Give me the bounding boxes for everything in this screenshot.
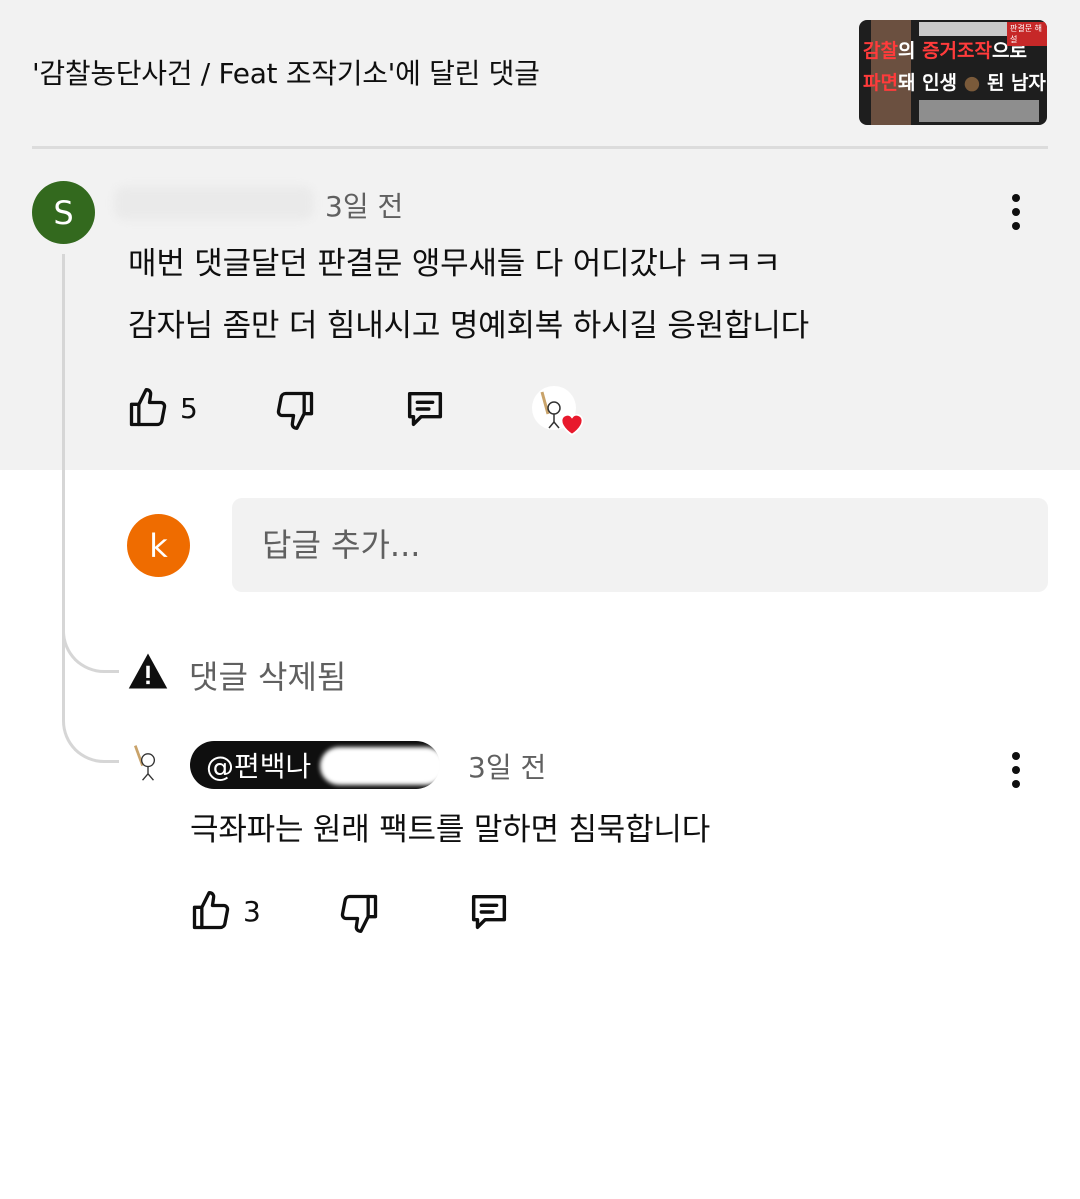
video-title[interactable]: '감찰농단사건 / Feat 조작기소'에 달린 댓글 — [32, 52, 540, 92]
warning-icon — [128, 653, 168, 689]
reply-button[interactable] — [466, 889, 512, 935]
thumbs-up-icon — [192, 891, 230, 930]
comment-icon — [407, 391, 443, 427]
heart-icon — [560, 413, 584, 436]
thumbnail-text: 돼 인생 — [897, 72, 964, 94]
commenter-avatar[interactable]: S — [32, 181, 95, 244]
avatar-letter: k — [149, 526, 168, 565]
redacted-username — [114, 186, 314, 220]
redacted-handle — [320, 747, 445, 785]
like-button[interactable]: 5 — [126, 386, 198, 430]
reply-text: 극좌파는 원래 팩트를 말하면 침묵합니다 — [190, 812, 711, 848]
comment-text-line: 매번 댓글달던 판결문 앵무새들 다 어디갔나 ㅋㅋㅋ — [128, 246, 781, 282]
avatar-letter: S — [53, 193, 74, 232]
thumbnail-text: 된 남자 — [980, 72, 1046, 94]
comment-text-line: 감자님 좀만 더 힘내시고 명예회복 하시길 응원합니다 — [128, 308, 809, 344]
more-vert-icon[interactable] — [1001, 190, 1031, 234]
like-count: 5 — [180, 391, 198, 425]
deleted-comment-label: 댓글 삭제됨 — [189, 658, 347, 696]
thumbs-down-icon — [340, 894, 378, 933]
comment-time: 3일 전 — [325, 190, 404, 223]
thread-line — [62, 254, 65, 619]
thumbnail-text: 감찰 — [863, 40, 898, 62]
dislike-button[interactable] — [337, 891, 381, 935]
reply-time: 3일 전 — [468, 751, 547, 784]
creator-handle: @편백나 — [206, 750, 312, 783]
thumbnail-document — [919, 100, 1039, 122]
reply-author-avatar[interactable] — [128, 741, 168, 783]
thumbnail-tag: 판결문 해설 — [1007, 22, 1047, 46]
thumbnail-text: 증거조작 — [922, 40, 992, 62]
thumbnail-text: 파면 — [863, 72, 898, 94]
like-count: 3 — [243, 894, 261, 928]
thumbs-down-icon — [276, 391, 314, 430]
reply-input[interactable] — [232, 498, 1048, 592]
thread-connector — [62, 620, 119, 763]
reply-button[interactable] — [402, 386, 448, 432]
creator-avatar-icon — [133, 745, 156, 781]
current-user-avatar[interactable]: k — [127, 514, 190, 577]
comment-icon — [471, 894, 507, 930]
dislike-button[interactable] — [273, 388, 317, 432]
video-thumbnail[interactable]: 감찰의 증거조작으로 파면돼 인생 ● 된 남자 판결문 해설 — [859, 20, 1047, 125]
thumbnail-text: ● — [963, 72, 981, 94]
like-button[interactable]: 3 — [189, 889, 261, 933]
creator-heart-badge — [532, 386, 584, 436]
divider — [32, 146, 1048, 149]
more-vert-icon[interactable] — [1001, 748, 1031, 792]
thumbs-up-icon — [129, 388, 167, 427]
thumbnail-text: 의 — [897, 40, 923, 62]
